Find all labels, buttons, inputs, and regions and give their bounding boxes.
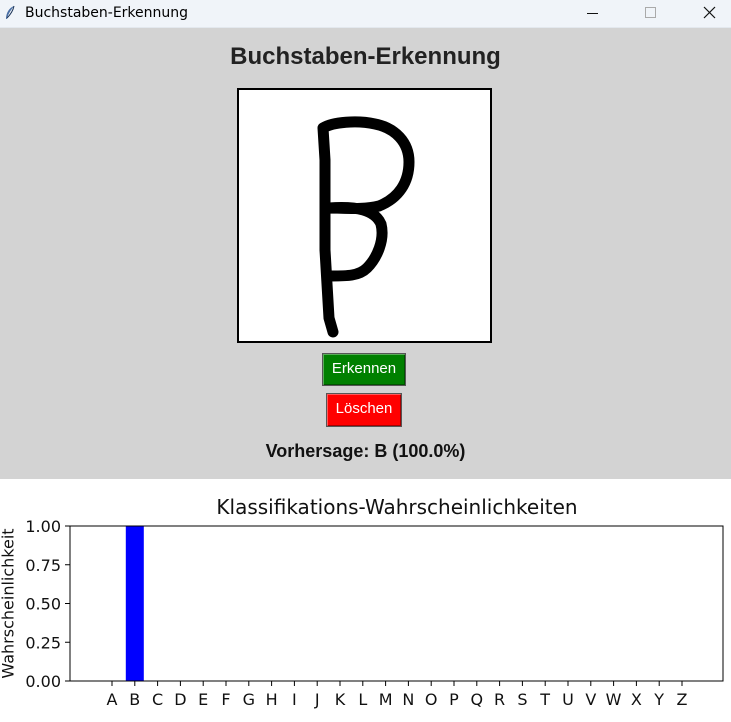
bar-chart: A B C D E F G H I J K L M N O P Q R S T U V W X Y Z 0.00 0.25 0.50 0.…	[25, 517, 724, 709]
x-tick-label-q: Q	[471, 690, 484, 709]
plot-frame	[69, 525, 724, 682]
x-tick-label-m: M	[379, 690, 393, 709]
probability-chart: Klassifikations-Wahrscheinlichkeiten Wah…	[0, 479, 731, 722]
recognize-button[interactable]: Erkennen	[322, 353, 406, 386]
x-tick-label-g: G	[243, 690, 255, 709]
y-tick-label: 0.00	[25, 672, 61, 691]
y-tick-label: 0.50	[25, 595, 61, 614]
close-button[interactable]	[686, 0, 731, 27]
clear-button[interactable]: Löschen	[326, 393, 402, 427]
x-tick-label-h: H	[266, 690, 278, 709]
x-tick-label-j: J	[314, 690, 320, 709]
minimize-icon	[587, 13, 598, 14]
x-tick-label-n: N	[402, 690, 414, 709]
x-tick-label-a: A	[107, 690, 118, 709]
y-tick-label: 0.25	[25, 633, 61, 652]
y-tick-label: 1.00	[25, 517, 61, 536]
x-tick-label-d: D	[174, 690, 186, 709]
x-tick-label-p: P	[449, 690, 459, 709]
bar-b	[125, 526, 144, 681]
x-tick-label-k: K	[335, 690, 346, 709]
x-tick-label-y: Y	[653, 690, 664, 709]
x-tick-label-v: V	[585, 690, 596, 709]
app-panel: Buchstaben-Erkennung Erkennen Löschen Vo…	[0, 28, 731, 479]
drawing-canvas[interactable]	[237, 88, 492, 343]
prediction-label: Vorhersage: B (100.0%)	[265, 441, 466, 461]
window-titlebar: Buchstaben-Erkennung	[0, 0, 731, 28]
x-tick-label-u: U	[562, 690, 574, 709]
x-tick-label-x: X	[631, 690, 642, 709]
handwritten-letter-drawing	[317, 116, 415, 338]
x-tick-label-w: W	[606, 690, 622, 709]
x-tick-label-i: I	[292, 690, 297, 709]
x-tick-label-b: B	[129, 690, 140, 709]
window-title: Buchstaben-Erkennung	[25, 5, 189, 21]
x-tick-label-f: F	[221, 690, 230, 709]
x-tick-label-c: C	[152, 690, 163, 709]
x-tick-label-l: L	[358, 690, 367, 709]
maximize-icon	[645, 7, 656, 18]
feather-icon	[4, 5, 16, 21]
x-tick-label-o: O	[425, 690, 438, 709]
minimize-button[interactable]	[570, 0, 616, 27]
x-tick-label-t: T	[539, 690, 550, 709]
x-tick-label-s: S	[517, 690, 527, 709]
page-title: Buchstaben-Erkennung	[230, 43, 501, 70]
y-tick-label: 0.75	[25, 556, 61, 575]
maximize-button[interactable]	[628, 0, 674, 27]
close-icon	[703, 6, 716, 19]
x-tick-label-r: R	[494, 690, 505, 709]
x-tick-label-z: Z	[677, 690, 688, 709]
x-tick-label-e: E	[198, 690, 208, 709]
